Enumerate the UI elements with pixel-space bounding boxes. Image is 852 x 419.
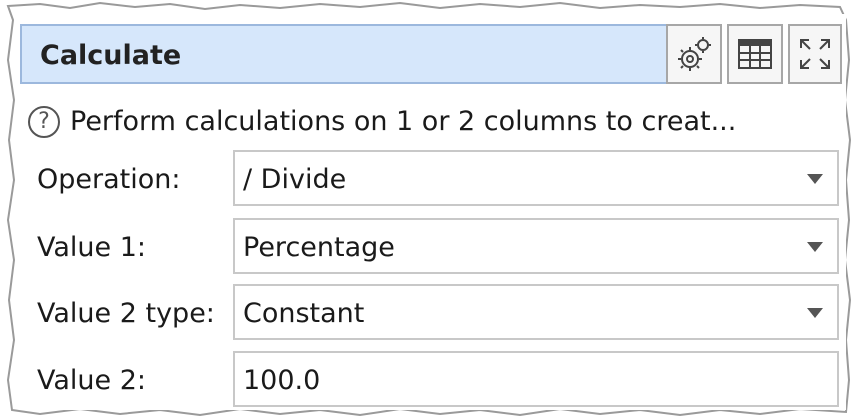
operation-value: / Divide — [243, 164, 347, 195]
table-view-button[interactable] — [727, 24, 783, 84]
chevron-down-icon — [807, 242, 823, 252]
help-text: Perform calculations on 1 or 2 columns t… — [70, 106, 737, 137]
chevron-down-icon — [807, 174, 823, 184]
gears-icon — [678, 37, 711, 71]
chevron-down-icon — [807, 308, 823, 318]
value1-value: Percentage — [243, 232, 395, 263]
expand-arrows-icon — [800, 39, 830, 69]
value2-label: Value 2: — [37, 365, 147, 396]
table-icon — [738, 39, 772, 69]
operation-label: Operation: — [37, 164, 181, 195]
value2-type-dropdown[interactable]: Constant — [233, 284, 839, 340]
value2-value: 100.0 — [243, 365, 321, 396]
value2-input[interactable]: 100.0 — [233, 351, 839, 407]
operation-dropdown[interactable]: / Divide — [233, 150, 839, 206]
value2-type-label: Value 2 type: — [37, 298, 215, 329]
value1-label: Value 1: — [37, 232, 147, 263]
settings-button[interactable] — [666, 24, 722, 84]
question-circle-icon[interactable]: ? — [28, 106, 60, 138]
maximize-button[interactable] — [788, 24, 842, 84]
value2-type-value: Constant — [243, 298, 365, 329]
value1-dropdown[interactable]: Percentage — [233, 218, 839, 274]
panel-title: Calculate — [40, 40, 182, 71]
